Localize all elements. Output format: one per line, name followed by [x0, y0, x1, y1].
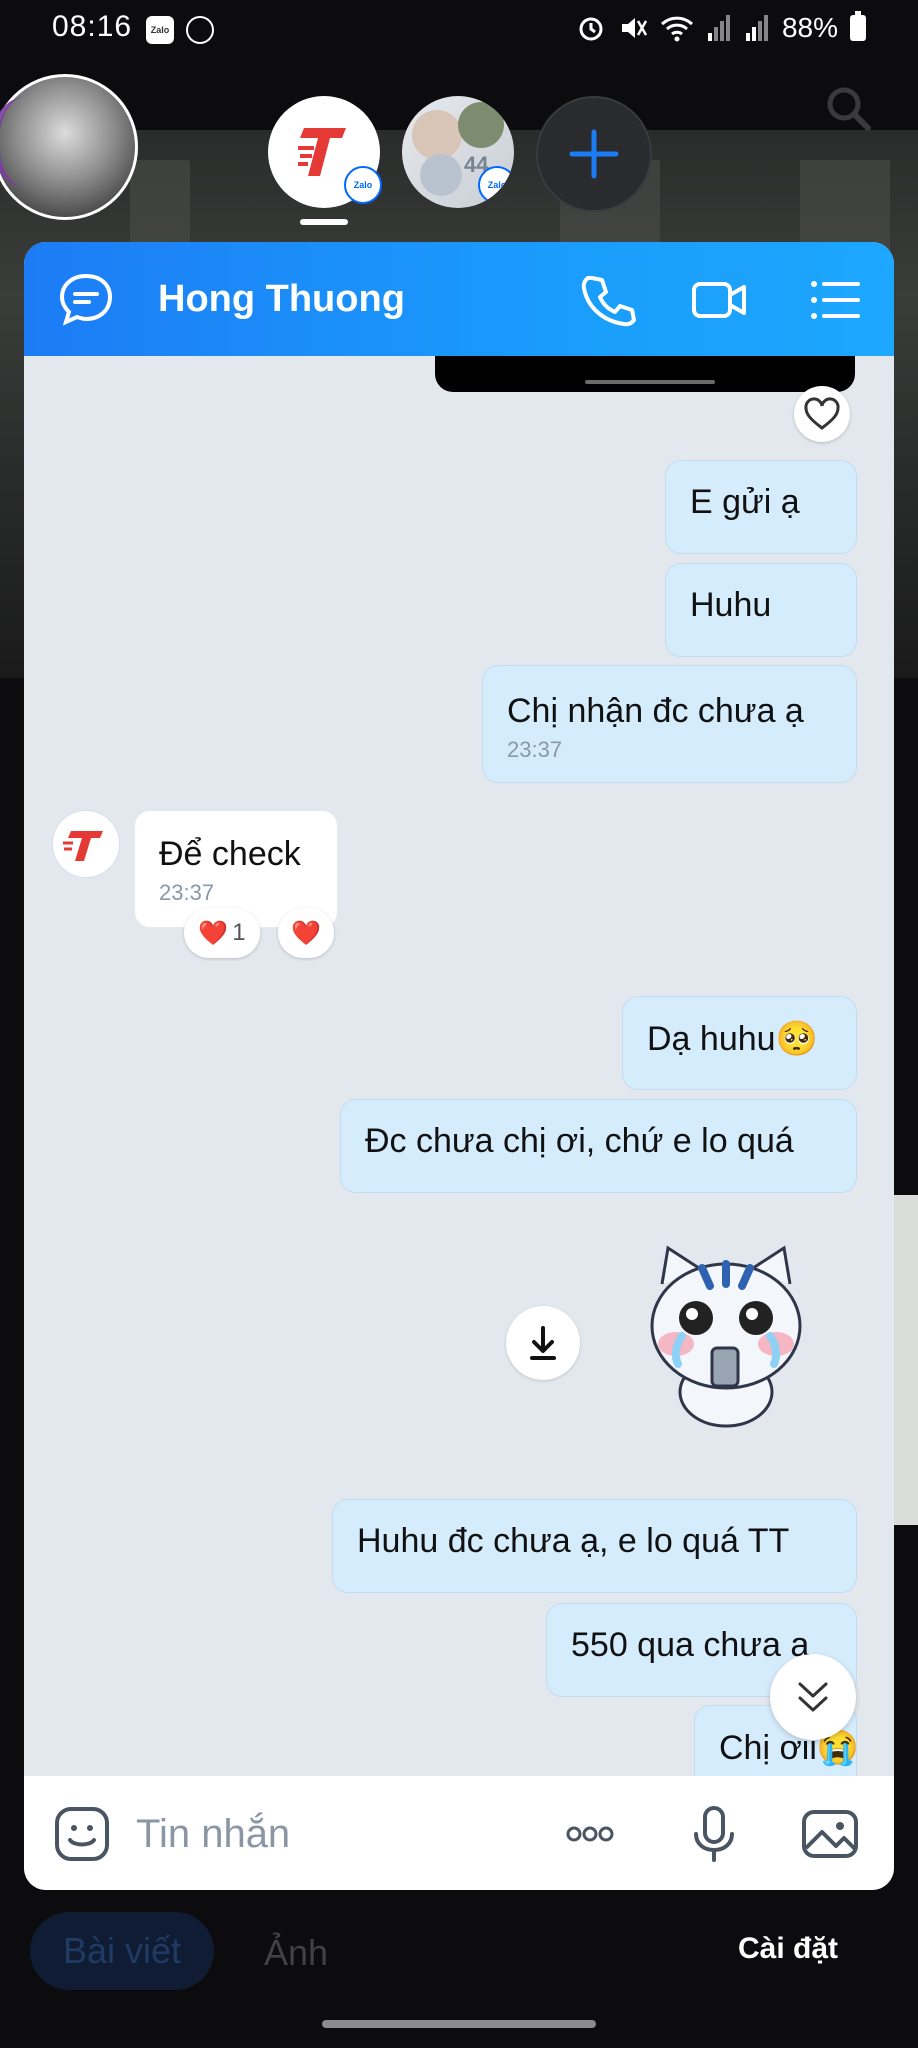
message-text: Chị nhận đc chưa ạ [507, 692, 804, 730]
member-avatar [412, 110, 462, 160]
menu-list-icon[interactable] [804, 270, 864, 330]
zalo-notification-icon: Zalo [146, 16, 174, 44]
profile-tabs: Bài viết Ảnh Cài đặt [0, 1890, 918, 1990]
message-bubble-outgoing[interactable]: Chị nhận đc chưa ạ 23:37 [482, 665, 857, 783]
reaction-count: 1 [232, 919, 246, 946]
phone-call-icon[interactable] [578, 270, 638, 330]
member-avatar [420, 154, 462, 196]
message-bubble-outgoing[interactable]: Huhu đc chưa ạ, e lo quá TT [332, 1499, 857, 1593]
chat-header: Hong Thuong [24, 242, 894, 356]
chat-head-group[interactable]: 44 Zalo [402, 96, 514, 208]
message-text: E gửi ạ [690, 483, 800, 521]
image-gallery-icon[interactable] [800, 1804, 860, 1864]
more-options-icon[interactable] [560, 1804, 620, 1864]
message-bubble-outgoing[interactable]: Đc chưa chị ơi, chứ e lo quá [340, 1099, 857, 1193]
plus-icon [569, 129, 619, 179]
message-bubble-outgoing[interactable]: Dạ huhu🥺 [622, 996, 857, 1090]
message-time: 23:37 [159, 880, 215, 905]
double-chevron-down-icon [798, 1682, 828, 1712]
tab-photos[interactable]: Ảnh [264, 1932, 328, 1974]
heart-reaction-icon: ❤️ [198, 919, 229, 947]
zalo-badge-icon: Zalo [344, 166, 382, 204]
scroll-to-bottom-button[interactable] [770, 1654, 856, 1740]
message-text: Huhu [690, 586, 772, 624]
message-text: Để check [159, 835, 301, 873]
settings-button[interactable]: Cài đặt [738, 1932, 838, 1966]
battery-icon [850, 11, 866, 41]
store-logo-icon [298, 128, 346, 176]
signal-icon [745, 15, 768, 41]
signal-icon [707, 15, 730, 41]
chat-bubble-window: Hong Thuong E gửi ạ Huhu Chị nhận đc chư… [24, 242, 894, 1890]
messenger-notification-icon [186, 16, 214, 44]
chat-head-hong-thuong[interactable]: Zalo [268, 96, 382, 208]
heart-outline-icon [804, 397, 840, 430]
react-button[interactable]: ❤️ [278, 908, 334, 958]
status-time: 08:16 [52, 10, 133, 43]
message-text: Dạ huhu🥺 [647, 1020, 818, 1058]
avatar-accent [0, 97, 59, 187]
message-list[interactable]: E gửi ạ Huhu Chị nhận đc chưa ạ 23:37 Để… [24, 356, 894, 1776]
status-icons: 88% [576, 11, 866, 44]
reaction-summary-pill[interactable]: ❤️ 1 [184, 908, 260, 958]
home-indicator[interactable] [322, 2020, 596, 2028]
media-progress-line [585, 380, 715, 384]
alarm-icon [579, 17, 603, 41]
download-icon [530, 1326, 556, 1360]
search-icon[interactable] [824, 84, 872, 132]
message-composer [24, 1776, 894, 1890]
video-call-icon[interactable] [690, 270, 750, 330]
media-message-preview[interactable] [435, 356, 855, 392]
new-chat-head-button[interactable] [536, 96, 652, 212]
message-text: Đc chưa chị ơi, chứ e lo quá [365, 1122, 794, 1160]
battery-percent: 88% [781, 12, 838, 43]
wifi-icon [660, 16, 693, 42]
message-bubble-outgoing[interactable]: E gửi ạ [665, 460, 857, 554]
store-logo-icon [63, 831, 103, 861]
message-input[interactable] [134, 1806, 538, 1862]
message-text: Huhu đc chưa ạ, e lo quá TT [357, 1522, 790, 1560]
tab-posts[interactable]: Bài viết [30, 1912, 214, 1990]
messages-icon[interactable] [56, 270, 116, 330]
message-time: 23:37 [507, 737, 563, 762]
contact-name[interactable]: Hong Thuong [158, 278, 405, 321]
member-avatar [458, 102, 504, 148]
react-heart-button[interactable] [794, 386, 850, 442]
zalo-badge-icon: Zalo [478, 166, 514, 204]
message-bubble-outgoing[interactable]: Huhu [665, 563, 857, 657]
mute-icon [621, 18, 648, 38]
sticker-emoji-icon[interactable] [52, 1804, 112, 1864]
contact-avatar[interactable] [52, 810, 120, 878]
background-photo-edge [893, 1195, 918, 1525]
status-bar: 08:16 Zalo 88% [0, 0, 918, 60]
heart-reaction-icon: ❤️ [291, 919, 321, 947]
crying-cat-sticker[interactable] [642, 1244, 810, 1432]
active-chat-indicator [300, 219, 348, 225]
microphone-icon[interactable] [684, 1804, 744, 1864]
download-sticker-button[interactable] [506, 1306, 580, 1380]
